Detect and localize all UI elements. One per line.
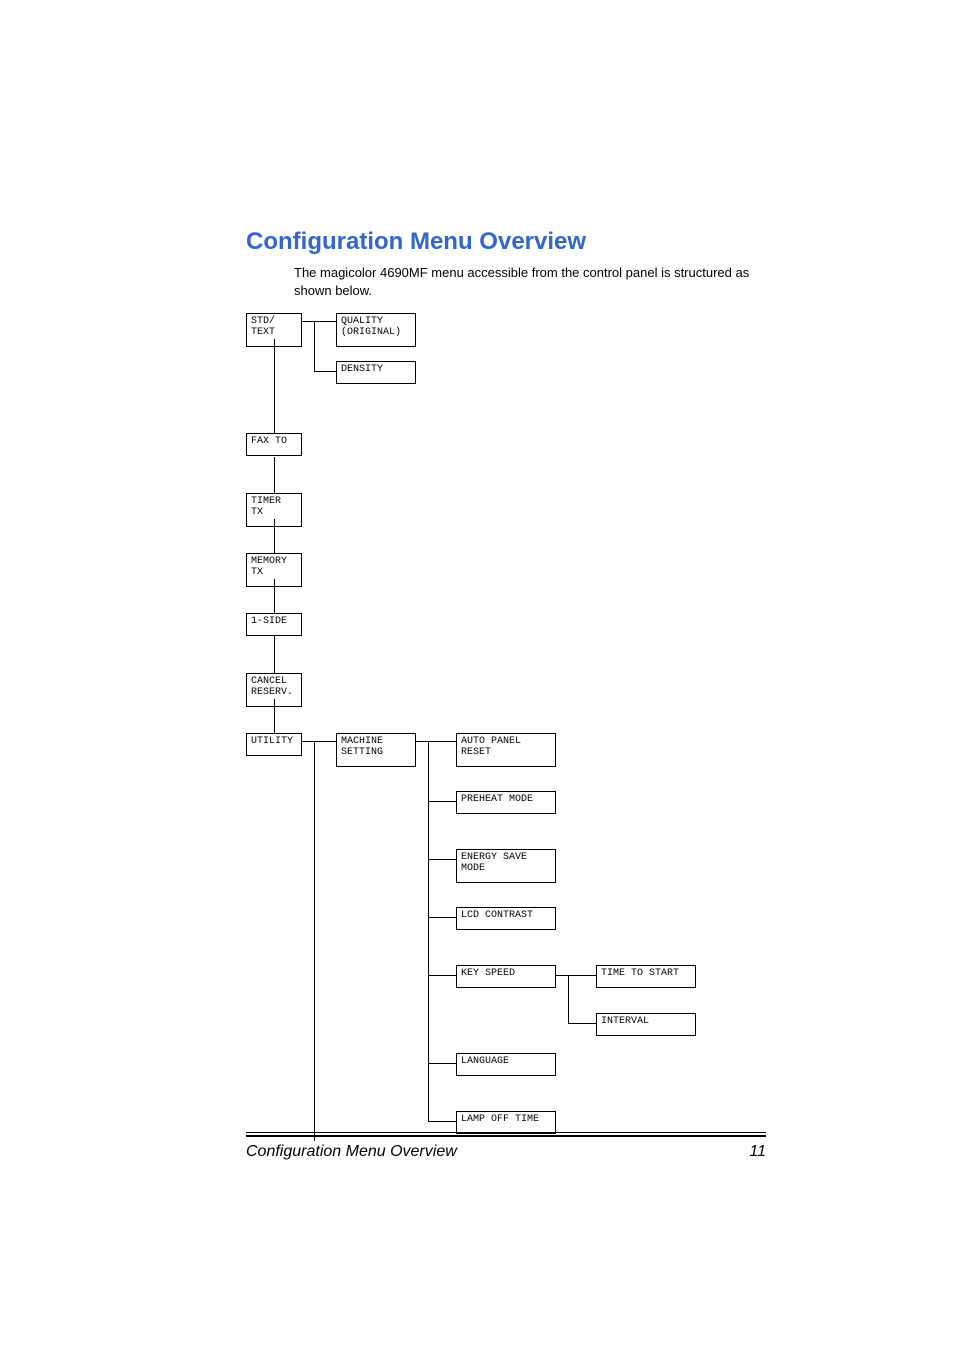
node-lamp-off-time: LAMP OFF TIME [456, 1111, 556, 1134]
menu-tree-diagram: STD/ TEXT FAX TO TIMER TX MEMORY TX 1-SI… [246, 313, 766, 1123]
page-footer: Configuration Menu Overview 11 [246, 1132, 766, 1161]
node-interval: INTERVAL [596, 1013, 696, 1036]
footer-title: Configuration Menu Overview [246, 1143, 457, 1161]
section-heading: Configuration Menu Overview [246, 228, 766, 256]
node-language: LANGUAGE [456, 1053, 556, 1076]
footer-page-number: 11 [749, 1143, 766, 1161]
node-machine-setting: MACHINE SETTING [336, 733, 416, 767]
node-fax-to: FAX TO [246, 433, 302, 456]
intro-text: The magicolor 4690MF menu accessible fro… [294, 264, 766, 299]
node-energy-save-mode: ENERGY SAVE MODE [456, 849, 556, 883]
node-time-to-start: TIME TO START [596, 965, 696, 988]
node-auto-panel-reset: AUTO PANEL RESET [456, 733, 556, 767]
node-one-side: 1-SIDE [246, 613, 302, 636]
node-quality: QUALITY (ORIGINAL) [336, 313, 416, 347]
node-key-speed: KEY SPEED [456, 965, 556, 988]
node-density: DENSITY [336, 361, 416, 384]
node-utility: UTILITY [246, 733, 302, 756]
node-preheat-mode: PREHEAT MODE [456, 791, 556, 814]
node-lcd-contrast: LCD CONTRAST [456, 907, 556, 930]
